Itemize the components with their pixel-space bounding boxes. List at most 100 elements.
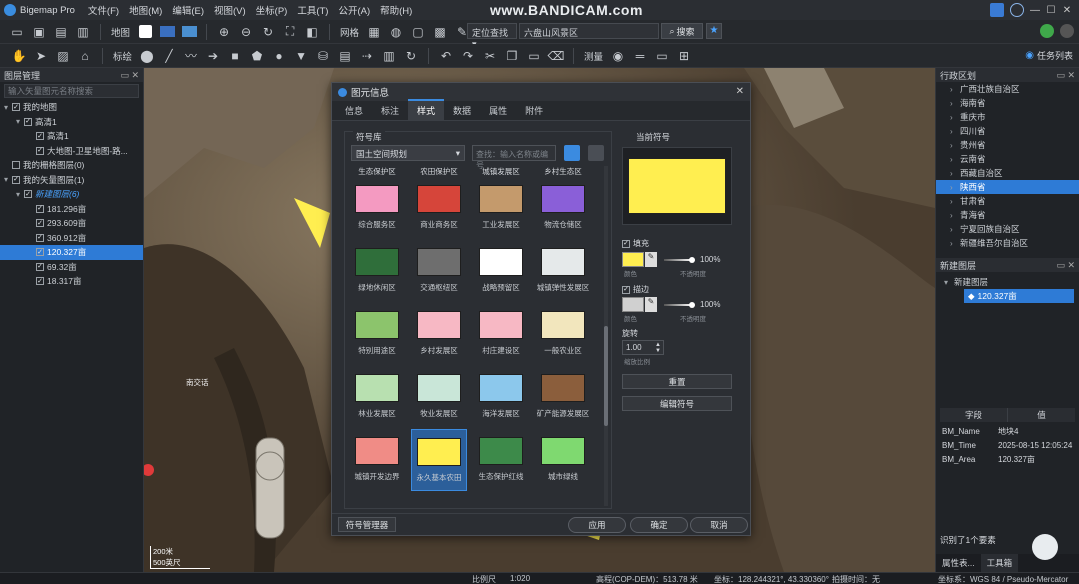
menu-help[interactable]: 帮助(H) xyxy=(375,3,417,17)
stroke-toggle[interactable]: ✓ 描边 xyxy=(622,284,649,295)
symbol-cell[interactable]: 商业商务区 xyxy=(411,177,467,239)
rectangle-icon[interactable]: ■ xyxy=(227,48,243,64)
symbol-cell[interactable]: 物流仓储区 xyxy=(535,177,591,239)
expand-icon[interactable]: ▾ xyxy=(16,190,24,199)
panel-controls-icon[interactable]: ▭ ✕ xyxy=(120,70,139,81)
notification-icon[interactable] xyxy=(990,3,1004,17)
symbol-cell[interactable]: 交通枢纽区 xyxy=(411,240,467,302)
layer-checkbox[interactable]: ✓ xyxy=(24,117,32,126)
stroke-checkbox[interactable]: ✓ xyxy=(622,285,630,294)
layer-tree-item[interactable]: ✓ 181.296亩 xyxy=(0,202,143,217)
layer-checkbox[interactable]: ✓ xyxy=(24,190,32,199)
fill-color-swatch[interactable] xyxy=(622,252,644,267)
fill-bucket-icon[interactable]: ⛁ xyxy=(315,48,331,64)
cut-icon[interactable]: ✂ xyxy=(482,48,498,64)
region-item[interactable]: › 宁夏回族自治区 xyxy=(936,222,1079,236)
locate-select[interactable]: 定位查找 ▾ xyxy=(467,23,517,49)
measure-height-icon[interactable]: ⊞ xyxy=(676,48,692,64)
layer-checkbox[interactable]: ✓ xyxy=(36,219,44,228)
maximize-icon[interactable]: ☐ xyxy=(1043,5,1059,16)
layer-checkbox[interactable]: ✓ xyxy=(36,262,44,271)
symbol-cell[interactable]: 综合服务区 xyxy=(349,177,405,239)
user-avatar[interactable] xyxy=(1060,24,1074,38)
eyedropper-icon[interactable]: ✎ xyxy=(645,252,657,267)
open-icon[interactable]: ▤ xyxy=(53,24,69,40)
symbol-cell[interactable]: 绿地休闲区 xyxy=(349,240,405,302)
globe-icon[interactable]: ◍ xyxy=(388,24,404,40)
symbol-cell[interactable]: 城镇开发边界 xyxy=(349,429,405,491)
image-icon[interactable]: ▨ xyxy=(55,48,71,64)
region-item[interactable]: › 新疆维吾尔自治区 xyxy=(936,236,1079,250)
map-sat-icon[interactable] xyxy=(181,24,197,40)
region-item[interactable]: › 甘肃省 xyxy=(936,194,1079,208)
tasks-button[interactable]: ◉ 任务列表 xyxy=(1025,49,1073,62)
grid-view-icon[interactable] xyxy=(564,145,580,161)
area-icon[interactable]: ▩ xyxy=(432,24,448,40)
circle-icon[interactable]: ● xyxy=(271,48,287,64)
expand-icon[interactable]: ▾ xyxy=(4,103,12,112)
fill-opacity-handle[interactable] xyxy=(689,257,695,263)
tab-attribute-table[interactable]: 属性表... xyxy=(936,554,981,572)
layer-checkbox[interactable]: ✓ xyxy=(12,103,20,112)
reset-button[interactable]: 重置 xyxy=(622,374,732,389)
stroke-opacity-handle[interactable] xyxy=(689,302,695,308)
symbol-cell[interactable]: 特别用途区 xyxy=(349,303,405,365)
stroke-opacity-slider[interactable] xyxy=(664,302,695,308)
stroke-color-swatch[interactable] xyxy=(622,297,644,312)
region-item[interactable]: › 西藏自治区 xyxy=(936,166,1079,180)
fullscreen-icon[interactable]: ⛶ xyxy=(282,24,298,40)
zoom-in-icon[interactable]: ⊕ xyxy=(216,24,232,40)
export-icon[interactable]: ▥ xyxy=(75,24,91,40)
symbol-cell[interactable]: 海洋发展区 xyxy=(473,366,529,428)
delete-icon[interactable]: ⌫ xyxy=(548,48,565,64)
polyline-icon[interactable]: 〰 xyxy=(183,48,199,64)
favorite-star-icon[interactable]: ★ xyxy=(706,23,722,39)
hatch-icon[interactable]: ▤ xyxy=(337,48,353,64)
scrollbar-thumb[interactable] xyxy=(604,326,608,426)
grid-icon[interactable]: ▦ xyxy=(366,24,382,40)
rotate-icon[interactable]: ↻ xyxy=(403,48,419,64)
panel-controls-icon[interactable]: ▭ ✕ xyxy=(1056,70,1075,81)
list-view-icon[interactable] xyxy=(588,145,604,161)
tab-2[interactable]: 样式 xyxy=(408,99,445,120)
layer-tree-item[interactable]: ▾ ✓ 新建图层(6) xyxy=(0,187,143,202)
edit-symbol-button[interactable]: 编辑符号 xyxy=(622,396,732,411)
region-item[interactable]: › 海南省 xyxy=(936,96,1079,110)
copy-icon[interactable]: ❐ xyxy=(504,48,520,64)
pan-hand-icon[interactable]: ✋ xyxy=(11,48,27,64)
refresh-icon[interactable]: ↻ xyxy=(260,24,276,40)
symbol-search-input[interactable]: 查找：输入名称或编号 xyxy=(472,145,556,170)
search-button[interactable]: ⌕ 搜索 xyxy=(661,23,703,39)
menu-tools[interactable]: 工具(T) xyxy=(292,3,333,17)
triangle-icon[interactable]: ▼ xyxy=(293,48,309,64)
symbol-cell[interactable]: 林业发展区 xyxy=(349,366,405,428)
layer-tree-item[interactable]: ✓ 360.912亩 xyxy=(0,231,143,246)
panel-controls-icon[interactable]: ▭ ✕ xyxy=(1056,260,1075,271)
map-pin-tool-icon[interactable]: ⌂ xyxy=(77,48,93,64)
layer-checkbox[interactable]: ✓ xyxy=(36,248,44,257)
layer-tree-item[interactable]: ✓ 69.32亩 xyxy=(0,260,143,275)
layer-checkbox[interactable] xyxy=(12,161,20,170)
dialog-close-icon[interactable]: ✕ xyxy=(736,86,744,97)
undo-icon[interactable]: ↶ xyxy=(438,48,454,64)
tab-toolbox[interactable]: 工具箱 xyxy=(980,554,1019,572)
zoom-out-icon[interactable]: ⊖ xyxy=(238,24,254,40)
paste-icon[interactable]: ▭ xyxy=(526,48,542,64)
ok-button[interactable]: 确定 xyxy=(630,517,688,533)
new-layer-item[interactable]: ◆ 120.327亩 xyxy=(964,289,1074,303)
region-item[interactable]: › 广西壮族自治区 xyxy=(936,82,1079,96)
save-icon[interactable]: ▣ xyxy=(31,24,47,40)
symbol-cell[interactable]: 城市绿线 xyxy=(535,429,591,491)
scrollbar-track[interactable] xyxy=(604,166,608,506)
tab-1[interactable]: 标注 xyxy=(372,101,408,120)
layer-tree-item[interactable]: ✓ 高清1 xyxy=(0,129,143,144)
menu-coords[interactable]: 坐标(P) xyxy=(251,3,293,17)
point-icon[interactable]: ⬤ xyxy=(139,48,155,64)
layer-tree-item[interactable]: ✓ 大地图-卫星地图-路... xyxy=(0,144,143,159)
crs-readout[interactable]: 坐标系：WGS 84 / Pseudo-Mercator xyxy=(938,574,1068,584)
layer-tree-item[interactable]: ✓ 120.327亩 xyxy=(0,245,143,260)
layer-checkbox[interactable]: ✓ xyxy=(36,233,44,242)
symbol-cell[interactable]: 乡村发展区 xyxy=(411,303,467,365)
layers-icon[interactable]: ◧ xyxy=(304,24,320,40)
menu-map[interactable]: 地图(M) xyxy=(124,3,167,17)
